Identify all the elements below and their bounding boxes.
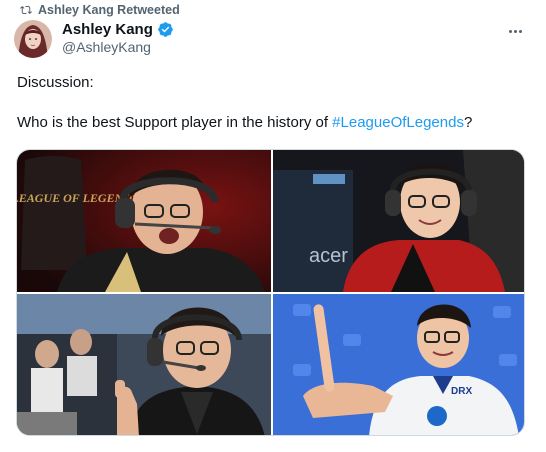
retweet-label: Ashley Kang Retweeted	[38, 3, 180, 17]
author-handle[interactable]: @AshleyKang	[62, 39, 174, 55]
tweet-line-2-end: ?	[463, 114, 473, 131]
retweet-context[interactable]: Ashley Kang Retweeted	[20, 3, 180, 17]
tweet-text: Discussion: Who is the best Support play…	[17, 73, 537, 133]
tweet-line-2: Who is the best Support player in the hi…	[17, 113, 537, 133]
photo-2[interactable]: acer	[273, 150, 524, 292]
retweet-icon	[20, 5, 32, 15]
avatar[interactable]	[14, 20, 52, 58]
photo-4[interactable]: DRX	[273, 294, 524, 435]
author-display-name[interactable]: Ashley Kang	[62, 21, 153, 38]
tweet-line-2-text: Who is the best Support player in the hi…	[17, 114, 333, 131]
hashtag-link[interactable]: #LeagueOfLegends	[332, 114, 464, 131]
photo-1[interactable]: LEAGUE OF LEGENDS	[17, 150, 271, 292]
tweet-line-1: Discussion:	[17, 74, 94, 91]
verified-badge-icon	[158, 22, 173, 37]
photo-4-logo: DRX	[451, 386, 472, 397]
more-options-icon[interactable]	[504, 22, 526, 40]
tweet-header: Ashley Kang @AshleyKang	[14, 20, 532, 62]
photo-2-logo: acer	[309, 245, 348, 267]
photo-3[interactable]	[17, 294, 271, 435]
media-grid: LEAGUE OF LEGENDS acer DRX	[16, 149, 525, 436]
